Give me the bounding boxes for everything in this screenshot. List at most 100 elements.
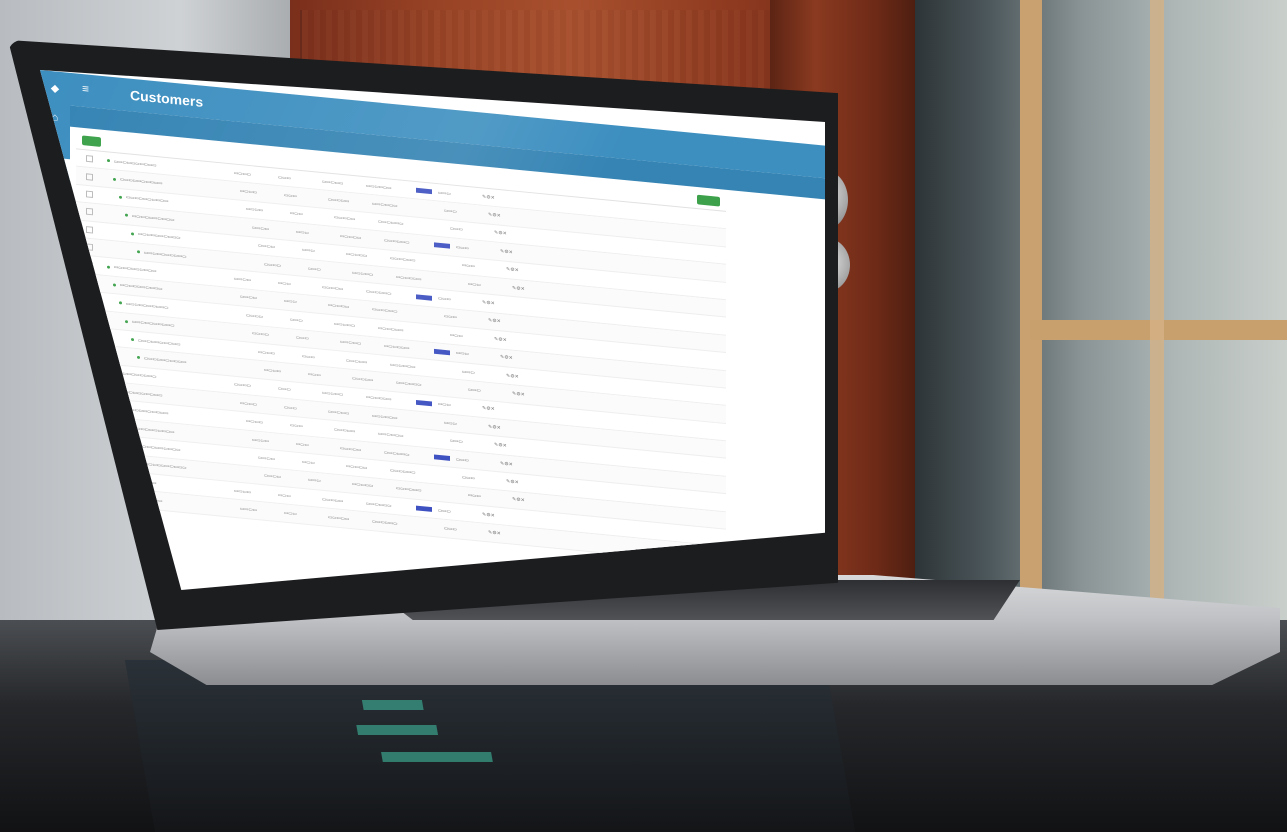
row-actions-icon[interactable]: ✎⚙✕ xyxy=(512,497,532,505)
row-placeholder-text: ▭▭▭▭▭▭ xyxy=(390,361,416,369)
row-placeholder-text: ▭▭▭▭▭▭ xyxy=(366,288,392,296)
row-placeholder-text: ▭▭▭ xyxy=(296,228,309,235)
row-actions-icon[interactable]: ✎⚙✕ xyxy=(482,300,502,308)
row-actions-icon[interactable]: ✎⚙✕ xyxy=(500,249,520,257)
row-placeholder-text: ▭▭▭ xyxy=(456,350,469,357)
row-placeholder-text: ▭▭▭▭▭▭ xyxy=(366,182,392,190)
status-dot-icon xyxy=(119,301,122,305)
row-actions-icon[interactable]: ✎⚙✕ xyxy=(488,318,508,326)
row-placeholder-text: ▭▭▭ xyxy=(444,525,457,532)
row-placeholder-text: ▭▭▭ xyxy=(308,265,321,272)
row-placeholder-text: ▭▭▭▭ xyxy=(252,330,270,338)
status-dot-icon xyxy=(125,319,128,323)
add-button[interactable] xyxy=(82,135,101,147)
row-checkbox[interactable] xyxy=(86,190,93,198)
row-placeholder-text: ▭▭▭▭ xyxy=(246,418,264,425)
row-placeholder-text: ▭▭▭▭▭▭ xyxy=(366,500,392,508)
row-placeholder-text: ▭▭▭ xyxy=(284,404,297,411)
row-placeholder-text: ▭▭▭ xyxy=(308,477,321,484)
row-placeholder-text: ▭▭▭ xyxy=(308,371,321,378)
row-placeholder-text: ▭▭▭▭▭▭ xyxy=(372,518,398,526)
row-placeholder-text: ▭▭▭▭▭▭ xyxy=(378,431,404,439)
row-placeholder-text: ▭▭▭▭▭ xyxy=(340,339,362,346)
page-title: Customers xyxy=(130,87,204,110)
reflection-bar xyxy=(361,700,424,710)
row-actions-icon[interactable]: ✎⚙✕ xyxy=(482,194,502,202)
row-placeholder-text: ▭▭▭▭▭ xyxy=(346,463,368,471)
row-placeholder-text: ▭▭▭▭▭▭ xyxy=(390,255,416,263)
row-placeholder-text: ▭▭▭ xyxy=(290,316,303,323)
row-placeholder-text: ▭▭▭ xyxy=(438,189,451,196)
row-placeholder-text: ▭▭▭▭ xyxy=(234,169,252,177)
row-actions-icon[interactable]: ✎⚙✕ xyxy=(506,373,526,381)
row-placeholder-text: ▭▭▭▭▭ xyxy=(322,178,344,186)
row-placeholder-text: ▭▭▭ xyxy=(450,226,463,233)
row-placeholder-text: ▭▭▭▭ xyxy=(258,348,276,356)
row-placeholder-text: ▭▭▭▭▭▭ xyxy=(378,325,404,333)
row-placeholder-text: ▭▭▭ xyxy=(290,210,303,217)
row-actions-icon[interactable]: ✎⚙✕ xyxy=(482,406,502,414)
row-placeholder-text: ▭▭▭▭▭ xyxy=(322,284,344,292)
row-placeholder-text: ▭▭▭▭ xyxy=(240,506,258,513)
row-actions-icon[interactable]: ✎⚙✕ xyxy=(488,530,508,538)
row-placeholder-text: ▭▭▭▭ xyxy=(246,312,264,319)
row-placeholder-text: ▭▭▭▭ xyxy=(240,188,258,195)
row-placeholder-text: ▭▭▭▭▭ xyxy=(346,251,368,259)
row-placeholder-text: ▭▭▭ xyxy=(444,207,457,214)
row-placeholder-text: ▭▭▭ xyxy=(278,280,291,287)
row-placeholder-text: ▭▭▭▭▭▭ xyxy=(396,273,422,282)
row-placeholder-text: ▭▭▭ xyxy=(444,419,457,426)
row-placeholder-text: ▭▭▭▭▭▭ xyxy=(396,379,422,388)
row-placeholder-text: ▭▭▭▭▭ xyxy=(352,481,374,489)
row-checkbox[interactable] xyxy=(86,155,93,163)
row-placeholder-text: ▭▭▭▭▭ xyxy=(334,320,356,328)
row-placeholder-text: ▭▭▭▭ xyxy=(234,487,252,495)
row-actions-icon[interactable]: ✎⚙✕ xyxy=(500,354,520,362)
row-placeholder-text: ▭▭▭ xyxy=(278,492,291,499)
photo-scene: ◆ ⌂ ✆ ■ ↗ ⚇ ≡ Customers ▭▭▭▭▭▭▭▭▭▭▭ xyxy=(0,0,1287,832)
row-placeholder-text: ▭▭▭▭▭▭ xyxy=(378,219,404,227)
row-placeholder-text: ▭▭▭▭▭ xyxy=(346,357,368,365)
row-actions-icon[interactable]: ✎⚙✕ xyxy=(494,336,514,344)
row-actions-icon[interactable]: ✎⚙✕ xyxy=(512,285,532,293)
status-dot-icon xyxy=(137,250,140,254)
status-badge xyxy=(416,293,432,301)
row-actions-icon[interactable]: ✎⚙✕ xyxy=(488,424,508,432)
export-button[interactable] xyxy=(696,194,720,207)
row-placeholder-text: ▭▭▭ xyxy=(468,492,481,499)
row-placeholder-text: ▭▭▭ xyxy=(296,440,309,447)
status-badge xyxy=(434,454,450,461)
row-checkbox[interactable] xyxy=(86,225,93,234)
row-actions-icon[interactable]: ✎⚙✕ xyxy=(494,230,514,238)
row-checkbox[interactable] xyxy=(86,208,93,216)
row-placeholder-text: ▭▭▭ xyxy=(278,174,291,181)
row-placeholder-text: ▭▭▭ xyxy=(456,244,469,251)
row-placeholder-text: ▭▭▭▭ xyxy=(264,261,282,268)
row-placeholder-text: ▭▭▭ xyxy=(438,507,451,514)
row-actions-icon[interactable]: ✎⚙✕ xyxy=(482,512,502,520)
row-placeholder-text: ▭▭▭▭▭▭ xyxy=(384,449,410,457)
row-actions-icon[interactable]: ✎⚙✕ xyxy=(512,391,532,399)
row-placeholder-text: ▭▭▭▭▭ xyxy=(334,426,356,434)
row-placeholder-text: ▭▭▭▭▭ xyxy=(334,214,356,222)
row-placeholder-text: ▭▭▭▭ xyxy=(252,224,270,232)
row-placeholder-text: ▭▭▭ xyxy=(296,334,309,341)
row-actions-icon[interactable]: ✎⚙✕ xyxy=(506,267,526,275)
row-actions-icon[interactable]: ✎⚙✕ xyxy=(494,442,514,450)
status-badge xyxy=(434,348,450,355)
row-placeholder-text: ▭▭▭▭▭ xyxy=(340,233,362,240)
hamburger-icon[interactable]: ≡ xyxy=(82,82,89,96)
row-placeholder-text: ▭▭▭ xyxy=(302,459,315,466)
status-dot-icon xyxy=(125,213,128,218)
row-actions-icon[interactable]: ✎⚙✕ xyxy=(488,212,508,220)
row-actions-icon[interactable]: ✎⚙✕ xyxy=(506,479,526,487)
row-checkbox[interactable] xyxy=(86,172,93,181)
row-actions-icon[interactable]: ✎⚙✕ xyxy=(500,460,520,468)
row-placeholder-text: ▭▭▭ xyxy=(302,247,315,254)
status-badge xyxy=(434,242,450,250)
shelf-post-back xyxy=(1150,0,1164,640)
status-badge xyxy=(416,399,432,407)
row-placeholder-text: ▭▭▭▭▭▭ xyxy=(372,200,398,209)
row-placeholder-text: ▭▭▭▭▭▭ xyxy=(372,412,398,421)
row-placeholder-text: ▭▭▭▭▭▭ xyxy=(372,306,398,315)
